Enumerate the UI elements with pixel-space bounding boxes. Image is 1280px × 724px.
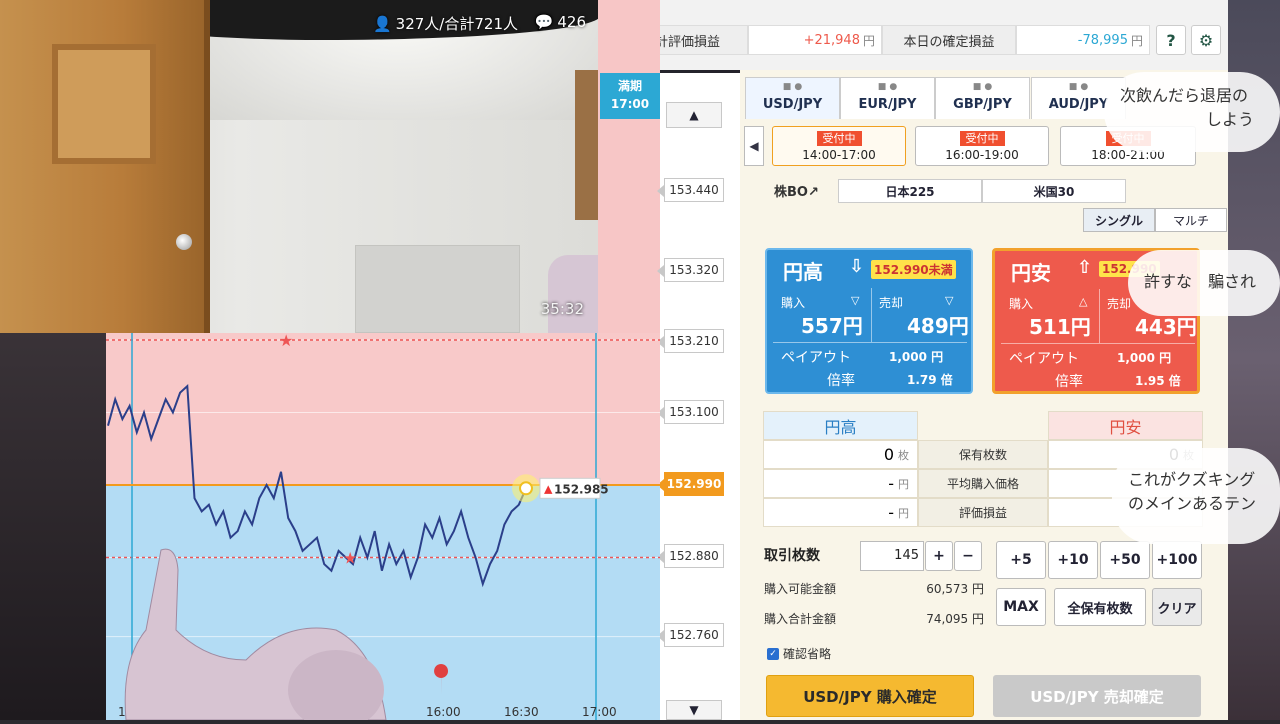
time-tick-label: 16:00	[426, 705, 461, 719]
scroll-up-button[interactable]: ▲	[666, 102, 722, 128]
single-mode-button[interactable]: シングル	[1083, 208, 1155, 232]
time-tick-label: 16:30	[504, 705, 539, 719]
webcam-feed: 👤 327人/合計721人 💬 426 35:32	[0, 0, 598, 333]
person-icon: 👤	[372, 14, 392, 33]
qty-label: 取引枚数	[764, 548, 820, 564]
flag-icon: ■ ●	[782, 82, 803, 92]
status-badge: 受付中	[959, 131, 1005, 146]
comment-bubble: 許すな 騙され	[1128, 250, 1280, 316]
triangle-up-icon: △	[1079, 295, 1088, 308]
status-badge: 受付中	[816, 131, 862, 146]
high-buy-price[interactable]: 557円	[801, 310, 863, 339]
viewer-count: 👤 327人/合計721人	[372, 14, 518, 34]
session-prev-button[interactable]: ◀	[744, 126, 764, 166]
current-price-dot	[519, 481, 533, 496]
comment-count: 💬 426	[534, 13, 586, 31]
triangle-down-icon: ▽	[945, 294, 954, 307]
scroll-down-button[interactable]: ▼	[666, 700, 722, 720]
streamer-overlay	[124, 548, 387, 720]
clear-button[interactable]: クリア	[1152, 588, 1202, 626]
pair-tab-eur-jpy[interactable]: ■ ● EUR/JPY	[840, 77, 935, 119]
price-level-label: 153.440	[657, 178, 724, 202]
stream-timer: 35:32	[540, 300, 584, 318]
price-level-label: 152.990	[657, 472, 724, 496]
eval-value: +21,948 円	[748, 25, 882, 55]
flag-icon: ■ ●	[877, 82, 898, 92]
flag-icon: ■ ●	[972, 82, 993, 92]
yen-high-card[interactable]: 円高 ⇩ 152.990未満 購入 ▽ 557円 売却 ▽ 489円 ペイアウト…	[765, 248, 973, 394]
position-high-value: -円	[763, 469, 918, 498]
max-button[interactable]: MAX	[996, 588, 1046, 626]
gear-icon[interactable]: ⚙	[1191, 25, 1221, 55]
checkmark-icon: ✓	[767, 647, 779, 660]
price-level-label: 153.210	[657, 329, 724, 353]
qty-minus-button[interactable]: −	[954, 541, 982, 571]
increment-50-button[interactable]: +50	[1100, 541, 1150, 579]
session-slot[interactable]: 受付中 14:00-17:00	[772, 126, 906, 166]
sell-confirm-button[interactable]: USD/JPY 売却確定	[993, 675, 1201, 717]
pair-tab-gbp-jpy[interactable]: ■ ● GBP/JPY	[935, 77, 1030, 119]
session-slot[interactable]: 受付中 16:00-19:00	[915, 126, 1049, 166]
low-buy-price[interactable]: 511円	[1029, 311, 1091, 340]
positions-high-header: 円高	[763, 411, 918, 440]
door-knob	[176, 234, 192, 250]
increment-100-button[interactable]: +100	[1152, 541, 1202, 579]
background-left	[0, 330, 110, 720]
arrow-down-icon: ⇩	[849, 256, 865, 277]
expiry-marker: 満期 17:00	[600, 73, 660, 119]
increment-5-button[interactable]: +5	[996, 541, 1046, 579]
triangle-down-icon: ▽	[851, 294, 860, 307]
skip-confirm-checkbox[interactable]: ✓ 確認省略	[767, 645, 831, 662]
star-marker: ★	[279, 333, 293, 350]
position-row-label: 評価損益	[918, 498, 1048, 527]
price-level-label: 152.760	[657, 623, 724, 647]
total-amount: 74,095 円	[926, 612, 984, 626]
stock-dow-button[interactable]: 米国30	[982, 179, 1126, 203]
stock-nikkei-button[interactable]: 日本225	[838, 179, 982, 203]
price-level-label: 152.880	[657, 544, 724, 568]
qty-input[interactable]: 145	[860, 541, 924, 571]
high-sell-price[interactable]: 489円	[907, 310, 969, 339]
help-button[interactable]: ?	[1156, 25, 1186, 55]
chart-upper-zone	[598, 0, 660, 333]
positions-low-header: 円安	[1048, 411, 1203, 440]
today-label: 本日の確定損益	[882, 25, 1016, 55]
qty-plus-button[interactable]: +	[925, 541, 953, 571]
position-row-label: 平均購入価格	[918, 469, 1048, 498]
stock-bo-link[interactable]: 株BO↗	[774, 181, 819, 200]
multi-mode-button[interactable]: マルチ	[1155, 208, 1227, 232]
all-holdings-button[interactable]: 全保有枚数	[1054, 588, 1146, 626]
price-up-icon: ▲	[544, 482, 553, 495]
price-level-label: 153.100	[657, 400, 724, 424]
pair-tab-usd-jpy[interactable]: ■ ● USD/JPY	[745, 77, 840, 119]
door	[0, 0, 210, 333]
arrow-up-icon: ⇧	[1077, 257, 1093, 278]
position-row-label: 保有枚数	[918, 440, 1048, 469]
comment-icon: 💬	[534, 13, 554, 31]
position-high-value: -円	[763, 498, 918, 527]
increment-10-button[interactable]: +10	[1048, 541, 1098, 579]
time-tick-label: 17:00	[582, 705, 617, 719]
comment-bubble: これがクズキング のメインあるテン	[1112, 448, 1280, 544]
position-high-value: 0枚	[763, 440, 918, 469]
available-amount: 60,573 円	[926, 582, 984, 596]
today-value: -78,995 円	[1016, 25, 1150, 55]
buy-confirm-button[interactable]: USD/JPY 購入確定	[766, 675, 974, 717]
comment-bubble: 次飲んだら退居の しよう	[1104, 72, 1280, 152]
price-level-label: 153.320	[657, 258, 724, 282]
current-price-label: 152.985	[554, 482, 609, 496]
